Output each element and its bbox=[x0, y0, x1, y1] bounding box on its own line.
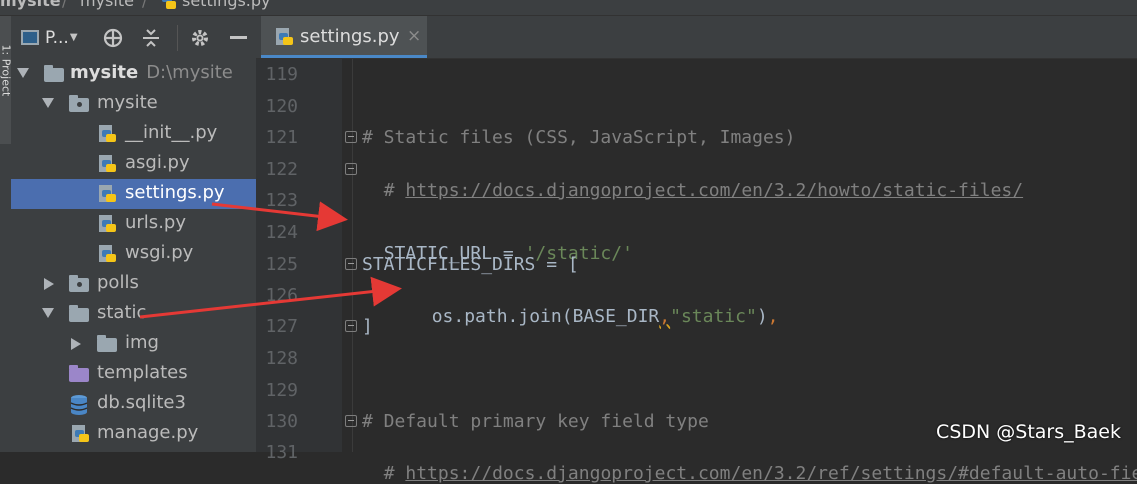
annotation-arrows bbox=[139, 201, 402, 319]
annotation-arrow-settings bbox=[211, 201, 348, 232]
comment-prefix: # bbox=[383, 463, 406, 484]
watermark: CSDN @Stars_Baek bbox=[936, 421, 1121, 443]
annotation-arrow-static bbox=[139, 276, 402, 319]
docs-link[interactable]: https://docs.djangoproject.com/en/3.2/re… bbox=[405, 463, 1137, 484]
